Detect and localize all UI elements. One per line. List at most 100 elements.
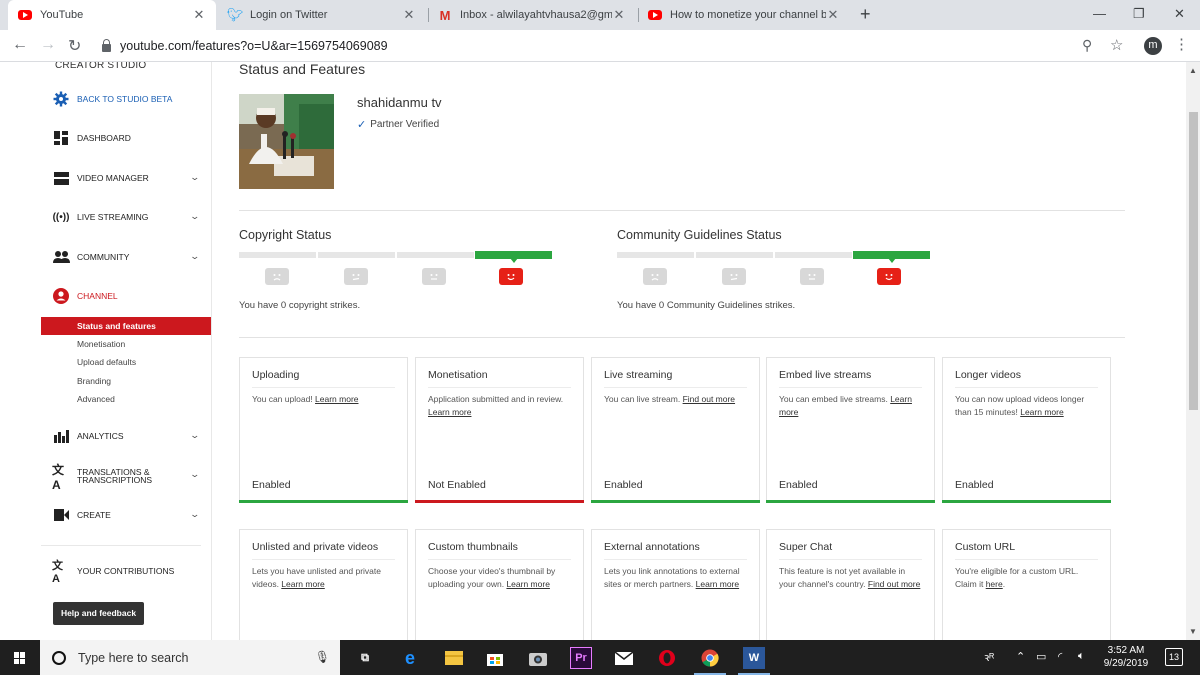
tab-monetize[interactable]: How to monetize your channel b ✕ [638, 0, 850, 30]
file-explorer-icon[interactable] [443, 647, 465, 669]
gmail-icon: M [439, 7, 451, 23]
forward-arrow-icon[interactable]: → [40, 36, 56, 54]
feature-card-embed-live-streams: Embed live streams You can embed live st… [766, 357, 935, 503]
sidebar-item-live-streaming[interactable]: ((•)) LIVE STREAMING ⌄ [41, 207, 211, 227]
chrome-icon[interactable] [699, 647, 721, 669]
learn-more-link[interactable]: Learn more [696, 579, 739, 589]
sidebar-subitem-upload-defaults[interactable]: Upload defaults [41, 353, 211, 371]
channel-thumbnail[interactable] [239, 94, 334, 189]
clock-time: 3:52 AM [1107, 645, 1145, 656]
people-icon[interactable]: ꝛᴿ [984, 650, 994, 665]
chevron-down-icon[interactable]: ⌄ [190, 469, 201, 480]
sidebar-item-back-to-studio-beta[interactable]: BACK TO STUDIO BETA [41, 89, 211, 109]
scroll-up-arrow-icon[interactable]: ▲ [1189, 66, 1197, 75]
find-out-more-link[interactable]: Find out more [683, 394, 735, 404]
browser-tab-bar: YouTube ✕ 🐦︎ Login on Twitter ✕ M Inbox … [0, 0, 1200, 30]
tab-twitter[interactable]: 🐦︎ Login on Twitter ✕ [218, 0, 426, 30]
sidebar-item-dashboard[interactable]: DASHBOARD [41, 128, 211, 148]
learn-more-link[interactable]: Learn more [506, 579, 549, 589]
notification-center-icon[interactable]: 13 [1165, 648, 1183, 666]
wifi-icon[interactable]: ◜ [1058, 650, 1062, 663]
clock-date: 9/29/2019 [1103, 658, 1149, 669]
youtube-icon [648, 8, 662, 22]
store-icon[interactable] [484, 647, 506, 669]
show-hidden-icons-chevron[interactable]: ⌃ [1016, 650, 1025, 663]
feature-status: Enabled [955, 479, 994, 491]
sidebar-subitem-advanced[interactable]: Advanced [41, 390, 211, 408]
camera-app-icon[interactable] [527, 647, 549, 669]
partner-verified-badge: ✓ Partner Verified [357, 118, 439, 131]
sidebar-item-create[interactable]: CREATE ⌄ [41, 505, 211, 525]
sidebar-item-your-contributions[interactable]: 文A YOUR CONTRIBUTIONS [41, 560, 211, 585]
word-icon[interactable]: W [743, 647, 765, 669]
premiere-pro-icon[interactable]: Pr [570, 647, 592, 669]
feature-card-monetisation: Monetisation Application submitted and i… [415, 357, 584, 503]
chevron-down-icon[interactable]: ⌄ [190, 211, 201, 222]
chevron-down-icon[interactable]: ⌄ [190, 172, 201, 183]
tab-youtube[interactable]: YouTube ✕ [8, 0, 216, 30]
windows-start-icon[interactable] [14, 652, 26, 664]
page-title: Status and Features [239, 62, 366, 77]
volume-icon[interactable]: 🔈︎ [1078, 650, 1085, 663]
tab-title: Login on Twitter [250, 9, 328, 21]
copyright-strike-meter [239, 251, 552, 263]
menu-dots-icon[interactable]: ⋮ [1174, 35, 1189, 53]
learn-more-link[interactable]: Learn more [281, 579, 324, 589]
tab-title: YouTube [40, 9, 84, 21]
sidebar-subitem-branding[interactable]: Branding [41, 372, 211, 390]
sidebar-item-label: LIVE STREAMING [77, 212, 149, 222]
opera-icon[interactable] [656, 647, 678, 669]
taskbar-search-box[interactable]: Type here to search 🎙︎ [40, 640, 340, 675]
learn-more-link[interactable]: Learn more [1020, 407, 1063, 417]
chevron-down-icon[interactable]: ⌄ [190, 509, 201, 520]
tab-gmail[interactable]: M Inbox - alwilayahtvhausa2@gmai ✕ [428, 0, 636, 30]
feature-card-live-streaming: Live streaming You can live stream. Find… [591, 357, 760, 503]
sidebar-item-translations[interactable]: 文A TRANSLATIONS & TRANSCRIPTIONS ⌄ [41, 463, 211, 492]
feature-description: You can now upload videos longer than 15… [955, 394, 1085, 417]
sidebar-subitem-monetisation[interactable]: Monetisation [41, 335, 211, 353]
zoom-icon[interactable]: ⚲ [1082, 37, 1092, 54]
unhappy-face-icon [722, 268, 746, 285]
learn-more-link[interactable]: Learn more [428, 407, 471, 417]
here-link[interactable]: here [986, 579, 1003, 589]
url-field[interactable]: youtube.com/features?o=U&ar=156975406908… [98, 34, 1138, 58]
microphone-icon[interactable]: 🎙︎ [315, 650, 330, 664]
chevron-down-icon[interactable]: ⌄ [190, 251, 201, 262]
partner-verified-text: Partner Verified [370, 119, 440, 130]
new-tab-button[interactable]: + [860, 4, 871, 25]
chevron-down-icon[interactable]: ⌄ [190, 430, 201, 441]
sidebar-item-channel[interactable]: CHANNEL [41, 286, 211, 306]
sidebar-item-video-manager[interactable]: VIDEO MANAGER ⌄ [41, 168, 211, 188]
feature-title: Custom thumbnails [428, 541, 518, 553]
close-tab-icon[interactable]: ✕ [612, 7, 626, 23]
twitter-icon: 🐦︎ [226, 7, 244, 22]
close-tab-icon[interactable]: ✕ [192, 7, 206, 23]
edge-browser-icon[interactable]: e [399, 647, 421, 669]
close-tab-icon[interactable]: ✕ [402, 7, 416, 23]
minimize-button[interactable]: — [1093, 6, 1106, 21]
system-clock[interactable]: 3:52 AM 9/29/2019 [1098, 644, 1154, 670]
unhappy-face-icon [344, 268, 368, 285]
bookmark-star-icon[interactable]: ☆ [1110, 36, 1123, 54]
scrollbar-thumb[interactable] [1189, 112, 1198, 410]
feature-title: Super Chat [779, 541, 833, 553]
learn-more-link[interactable]: Learn more [315, 394, 358, 404]
close-tab-icon[interactable]: ✕ [826, 7, 840, 23]
sidebar-item-analytics[interactable]: ANALYTICS ⌄ [41, 426, 211, 446]
back-arrow-icon[interactable]: ← [12, 36, 28, 54]
task-view-icon[interactable]: ⧉ [354, 647, 376, 669]
sidebar-item-community[interactable]: COMMUNITY ⌄ [41, 247, 211, 267]
feature-card-external-annotations: External annotations Lets you link annot… [591, 529, 760, 640]
sad-face-icon [643, 268, 667, 285]
scroll-down-arrow-icon[interactable]: ▼ [1189, 627, 1197, 636]
restore-button[interactable]: ❐ [1133, 6, 1145, 22]
close-window-button[interactable]: ✕ [1174, 6, 1185, 22]
page-scrollbar[interactable]: ▲ ▼ [1186, 62, 1200, 640]
reload-icon[interactable]: ↻ [68, 36, 81, 56]
help-and-feedback-button[interactable]: Help and feedback [53, 602, 144, 625]
find-out-more-link[interactable]: Find out more [868, 579, 920, 589]
battery-icon[interactable]: ▭ [1036, 650, 1046, 663]
mail-icon[interactable] [613, 647, 635, 669]
profile-avatar[interactable]: m [1144, 37, 1162, 55]
sidebar-subitem-status-and-features[interactable]: Status and features [41, 317, 211, 335]
